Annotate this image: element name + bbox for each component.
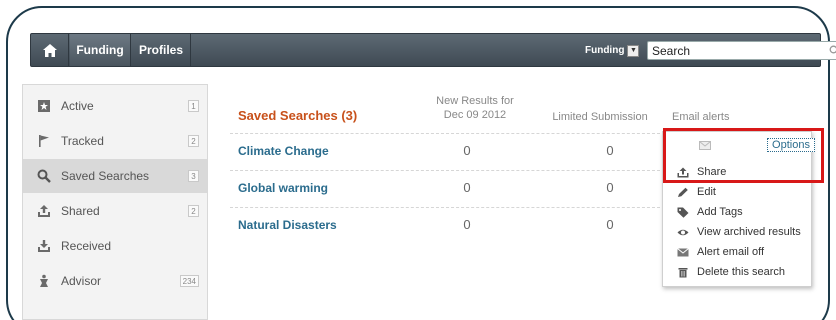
sidebar: Active 1 Tracked 2 Saved Searches 3 Shar… (22, 84, 208, 320)
eye-icon (677, 229, 689, 235)
options-button[interactable]: Options (767, 138, 815, 152)
advisor-icon (40, 274, 48, 287)
pencil-icon (678, 187, 688, 197)
flag-icon (39, 135, 49, 147)
column-header-email-alerts: Email alerts (672, 111, 730, 123)
limited-submission-count: 0 (606, 217, 614, 232)
sidebar-item-advisor[interactable]: Advisor 234 (23, 264, 207, 298)
trash-icon (678, 267, 688, 277)
envelope-icon (699, 141, 711, 150)
count-badge: 2 (188, 135, 199, 147)
nav-funding[interactable]: Funding (70, 34, 131, 66)
column-header-limited-submission: Limited Submission (552, 111, 648, 123)
sidebar-item-label: Shared (61, 204, 100, 218)
sidebar-item-received[interactable]: Received (23, 229, 207, 263)
page-title: Saved Searches (3) (238, 108, 358, 123)
menu-item-label: Share (697, 166, 727, 178)
column-header-new-results: New Results for Dec 09 2012 (420, 94, 530, 122)
menu-item-label: Alert email off (697, 246, 765, 258)
saved-search-link[interactable]: Climate Change (238, 144, 329, 158)
sidebar-item-label: Received (61, 239, 112, 253)
menu-item-label: View archived results (697, 226, 801, 238)
sidebar-item-label: Active (61, 99, 94, 113)
star-icon (38, 100, 50, 112)
inbox-icon (38, 240, 50, 252)
menu-item-alert-email-off[interactable]: Alert email off (663, 242, 813, 262)
sidebar-item-label: Tracked (61, 134, 104, 148)
table-row: Global warming 0 0 (230, 170, 660, 206)
share-icon (677, 167, 689, 177)
envelope-icon (677, 247, 689, 256)
menu-item-label: Delete this search (697, 266, 786, 278)
table-row: Climate Change 0 0 (230, 133, 660, 169)
saved-search-link[interactable]: Global warming (238, 181, 328, 195)
nav-profiles[interactable]: Profiles (132, 34, 191, 66)
column-header-line: New Results for (436, 95, 514, 107)
count-badge: 3 (188, 170, 199, 182)
limited-submission-count: 0 (606, 180, 614, 195)
sidebar-item-label: Saved Searches (61, 169, 150, 183)
menu-item-delete[interactable]: Delete this search (663, 262, 813, 282)
table-row: Natural Disasters 0 0 (230, 207, 660, 243)
home-button[interactable] (31, 34, 69, 66)
count-badge: 234 (179, 275, 199, 287)
sidebar-item-label: Advisor (61, 274, 102, 288)
menu-item-label: Add Tags (697, 206, 743, 218)
options-dropdown-menu: Options Share Edit Add Tags View archive… (662, 131, 815, 287)
limited-submission-count: 0 (606, 143, 614, 158)
menu-item-label: Edit (697, 186, 716, 198)
new-results-count: 0 (463, 180, 471, 195)
share-icon (38, 205, 50, 217)
search-box (647, 41, 836, 60)
sidebar-item-shared[interactable]: Shared 2 (23, 194, 207, 228)
column-header-line: Dec 09 2012 (443, 109, 507, 121)
count-badge: 2 (188, 205, 199, 217)
top-navbar: Funding Profiles Funding ▼ (30, 33, 836, 67)
saved-search-link[interactable]: Natural Disasters (238, 218, 337, 232)
sidebar-item-saved-searches[interactable]: Saved Searches 3 (23, 159, 207, 193)
count-badge: 1 (188, 100, 199, 112)
new-results-count: 0 (463, 217, 471, 232)
search-icon (37, 169, 51, 183)
search-input[interactable] (652, 43, 822, 59)
search-scope-label: Funding (585, 45, 625, 56)
sidebar-item-active[interactable]: Active 1 (23, 89, 207, 123)
home-icon (42, 43, 57, 57)
chevron-down-icon: ▼ (627, 44, 640, 57)
menu-item-share[interactable]: Share (663, 162, 813, 182)
sidebar-item-tracked[interactable]: Tracked 2 (23, 124, 207, 158)
search-scope-select[interactable]: Funding ▼ (585, 42, 640, 59)
search-icon[interactable] (829, 45, 836, 56)
options-header: Options (663, 132, 815, 158)
new-results-count: 0 (463, 143, 471, 158)
menu-item-add-tags[interactable]: Add Tags (663, 202, 813, 222)
tag-icon (677, 207, 689, 218)
menu-item-view-archived[interactable]: View archived results (663, 222, 813, 242)
menu-item-edit[interactable]: Edit (663, 182, 813, 202)
